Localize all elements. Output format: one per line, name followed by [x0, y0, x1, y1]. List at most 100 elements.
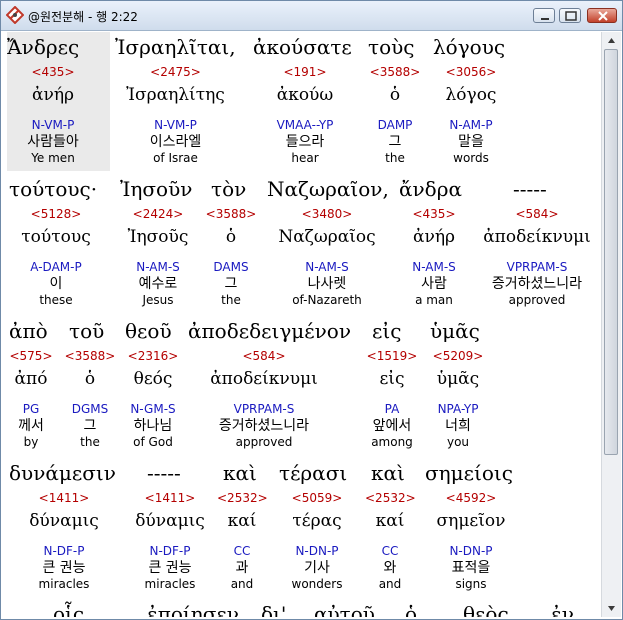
word-analysis[interactable]: <5059> τέρας N-DN-P 기사 wonders [279, 491, 355, 591]
close-button[interactable] [587, 8, 617, 23]
greek-word[interactable]: ----- [147, 461, 181, 485]
word-analysis[interactable]: <1411> δύναμις N-DF-P 큰 권능 miracles [125, 491, 215, 591]
english-gloss: you [446, 435, 470, 449]
word-analysis[interactable]: <2316> θεός N-GM-S 하나님 of God [121, 349, 185, 449]
word-analysis[interactable]: <2532> καί CC 과 and [217, 491, 268, 591]
strong-number[interactable]: <584> [199, 349, 329, 363]
title-bar[interactable]: @원전분해 - 행 2:22 [1, 1, 622, 31]
strong-number[interactable]: <575> [9, 349, 53, 363]
greek-word[interactable]: αὐτοῦ [314, 602, 375, 617]
greek-word[interactable]: ὁ [405, 602, 417, 617]
word-analysis[interactable]: <3588> ὁ DGMS 그 the [63, 349, 117, 449]
greek-word[interactable]: τοὺς [368, 35, 414, 59]
strong-number[interactable]: <3588> [203, 207, 259, 221]
word-analysis[interactable]: <3588> ὁ DAMP 그 the [365, 65, 425, 165]
parsing-view[interactable]: Ἄνδρες Ἰσραηλῖται, ἀκούσατε τοὺς λόγους … [3, 32, 601, 617]
greek-word[interactable]: τέρασι [279, 461, 347, 485]
greek-word[interactable]: ἀποδεδειγμένον [188, 319, 351, 343]
parse-code: N-DF-P [149, 544, 191, 558]
greek-word[interactable]: εἰς [372, 319, 401, 343]
strong-number[interactable]: <2316> [121, 349, 185, 363]
strong-number[interactable]: <435> [399, 207, 469, 221]
word-analysis[interactable]: <191> ἀκούω VMAA--YP 들으라 hear [261, 65, 349, 165]
korean-gloss: 사람 [421, 276, 447, 292]
english-gloss: approved [235, 435, 293, 449]
parse-code: NPA-YP [437, 402, 479, 416]
lemma: ἀποδείκνυμι [210, 369, 318, 389]
greek-word[interactable]: Ἰσραηλῖται, [115, 35, 236, 59]
strong-number[interactable]: <2532> [217, 491, 268, 505]
greek-word[interactable]: ὑμᾶς [430, 319, 480, 343]
greek-word[interactable]: σημείοις [425, 461, 513, 485]
word-analysis[interactable]: <435> ἀνήρ N-AM-S 사람 a man [399, 207, 469, 307]
parse-code: N-AM-S [305, 260, 349, 274]
word-analysis[interactable]: <1411> δύναμις N-DF-P 큰 권능 miracles [17, 491, 111, 591]
lemma: Ναζωραῖος [278, 227, 376, 247]
word-analysis[interactable]: <1519> εἰς PA 앞에서 among [363, 349, 421, 449]
maximize-button[interactable] [559, 8, 581, 23]
greek-word[interactable]: θεὸς [463, 602, 509, 617]
greek-word[interactable]: Ἄνδρες [7, 35, 79, 59]
greek-word[interactable]: ἀκούσατε [253, 35, 352, 59]
greek-word[interactable]: δι' [261, 602, 286, 617]
vertical-scrollbar[interactable] [601, 32, 621, 617]
scrollbar-thumb[interactable] [604, 49, 618, 455]
word-analysis[interactable]: <584> ἀποδείκνυμι VPRPAM-S 증거하셨느니라 appro… [199, 349, 329, 449]
greek-word[interactable]: Ναζωραῖον, [267, 177, 389, 201]
greek-word[interactable]: ἐν [551, 602, 574, 617]
word-analysis[interactable]: <435> ἀνήρ N-VM-P 사람들아 Ye men [13, 65, 93, 165]
greek-word[interactable]: ----- [513, 177, 547, 201]
strong-number[interactable]: <191> [261, 65, 349, 79]
parse-code: DGMS [71, 402, 109, 416]
strong-number[interactable]: <5209> [425, 349, 491, 363]
greek-word[interactable]: καὶ [223, 461, 257, 485]
word-analysis[interactable]: <3588> ὁ DAMS 그 the [203, 207, 259, 307]
minimize-icon [541, 18, 549, 20]
word-analysis[interactable]: <3480> Ναζωραῖος N-AM-S 나사렛 of-Nazareth [267, 207, 387, 307]
strong-number[interactable]: <5128> [13, 207, 99, 221]
word-analysis[interactable]: <2532> καί CC 와 and [365, 491, 416, 591]
strong-number[interactable]: <1411> [17, 491, 111, 505]
strong-number[interactable]: <1411> [125, 491, 215, 505]
greek-word[interactable]: θεοῦ [125, 319, 172, 343]
scroll-down-button[interactable] [603, 600, 620, 617]
greek-word[interactable]: ἄνδρα [399, 177, 462, 201]
strong-number[interactable]: <5059> [279, 491, 355, 505]
korean-gloss: 께서 [18, 418, 44, 434]
strong-number[interactable]: <3480> [267, 207, 387, 221]
greek-word[interactable]: οἷς [53, 602, 84, 617]
strong-number[interactable]: <2424> [120, 207, 196, 221]
strong-number[interactable]: <4592> [427, 491, 515, 505]
strong-number[interactable]: <3588> [365, 65, 425, 79]
greek-word[interactable]: λόγους [433, 35, 505, 59]
word-analysis[interactable]: <2424> Ἰησοῦς N-AM-S 예수로 Jesus [120, 207, 196, 307]
word-analysis[interactable]: <3056> λόγος N-AM-P 말을 words [435, 65, 507, 165]
greek-word[interactable]: δυνάμεσιν [9, 461, 116, 485]
strong-number[interactable]: <2532> [365, 491, 416, 505]
greek-word[interactable]: ἀπὸ [9, 319, 48, 343]
word-analysis[interactable]: <2475> Ἰσραηλίτης N-VM-P 이스라엘 of Israe [123, 65, 228, 165]
word-analysis[interactable]: <5128> τούτους A-DAM-P 이 these [13, 207, 99, 307]
greek-word[interactable]: ἐποίησεν [147, 602, 239, 617]
strong-number[interactable]: <3588> [63, 349, 117, 363]
korean-gloss: 앞에서 [372, 418, 412, 434]
scroll-up-button[interactable] [603, 32, 620, 49]
english-gloss: words [453, 151, 489, 165]
word-analysis[interactable]: <5209> ὑμᾶς NPA-YP 너희 you [425, 349, 491, 449]
greek-word[interactable]: τοῦ [69, 319, 104, 343]
minimize-button[interactable] [533, 8, 555, 23]
greek-word[interactable]: τούτους· [9, 177, 97, 201]
parse-code: PA [384, 402, 400, 416]
word-analysis[interactable]: <4592> σημεῖον N-DN-P 표적을 signs [427, 491, 515, 591]
strong-number[interactable]: <435> [13, 65, 93, 79]
strong-number[interactable]: <3056> [435, 65, 507, 79]
english-gloss: these [39, 293, 73, 307]
strong-number[interactable]: <1519> [363, 349, 421, 363]
strong-number[interactable]: <584> [476, 207, 598, 221]
strong-number[interactable]: <2475> [123, 65, 228, 79]
greek-word[interactable]: τὸν [211, 177, 246, 201]
greek-word[interactable]: Ἰησοῦν [120, 177, 192, 201]
greek-word[interactable]: καὶ [371, 461, 405, 485]
word-analysis[interactable]: <584> ἀποδείκνυμι VPRPAM-S 증거하셨느니라 appro… [476, 207, 598, 307]
word-analysis[interactable]: <575> ἀπό PG 께서 by [9, 349, 53, 449]
